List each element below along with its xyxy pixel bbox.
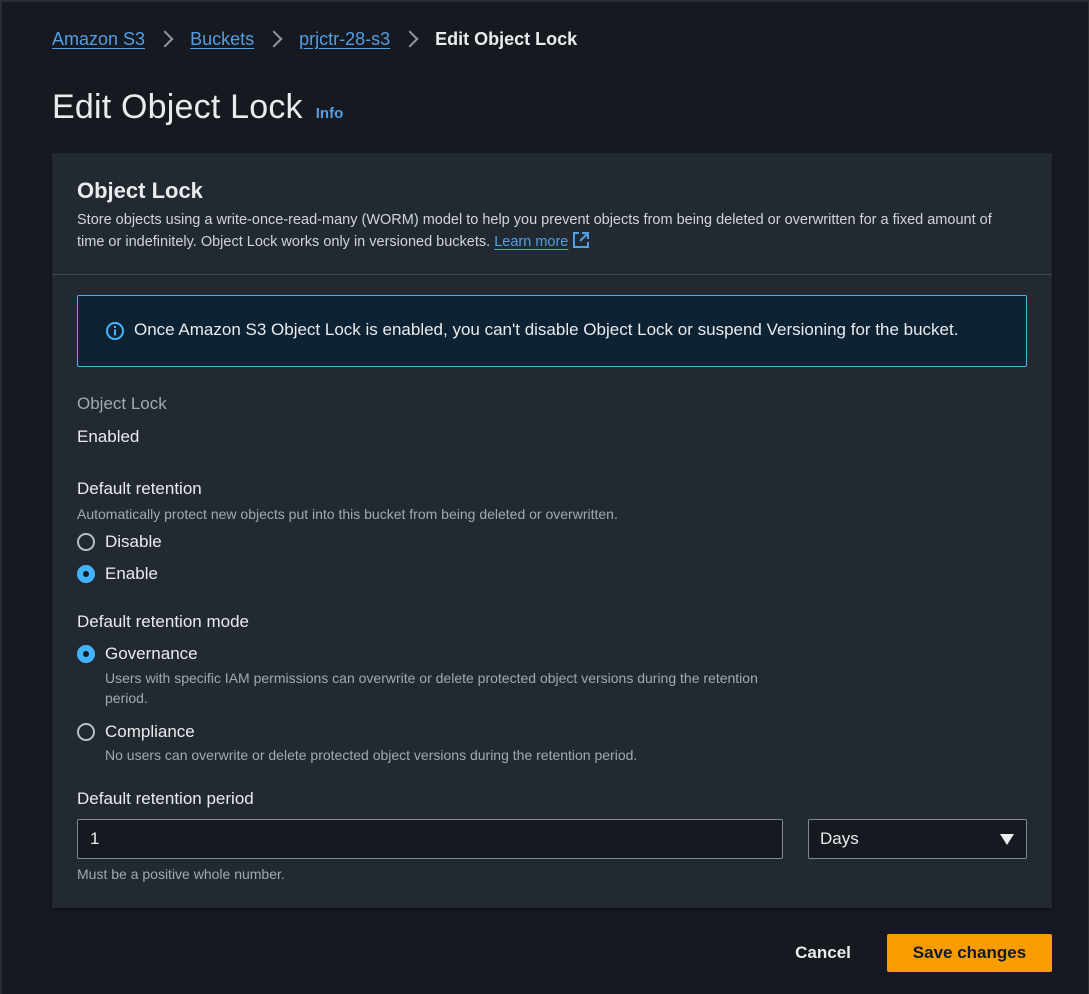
- default-retention-label: Default retention: [77, 479, 202, 498]
- app-frame: Amazon S3 Buckets prjctr-28-s3 Edit Obje…: [0, 0, 1089, 994]
- breadcrumb-current: Edit Object Lock: [435, 29, 578, 49]
- panel-header: Object Lock Store objects using a write-…: [52, 153, 1052, 275]
- radio-governance[interactable]: Governance: [77, 644, 198, 664]
- radio-disable[interactable]: Disable: [77, 532, 162, 552]
- page-title: Edit Object Lock: [52, 88, 303, 126]
- retention-period-input[interactable]: 1: [77, 819, 783, 859]
- window-border-top: [0, 0, 1089, 2]
- page-header: Edit Object Lock Info: [52, 88, 343, 127]
- retention-unit-value[interactable]: Days: [820, 829, 859, 848]
- info-circle-icon: [106, 322, 124, 340]
- radio-enable-label[interactable]: Enable: [105, 564, 158, 584]
- chevron-right-icon: [156, 30, 174, 48]
- chevron-right-icon: [265, 30, 283, 48]
- object-lock-label: Object Lock: [77, 394, 167, 413]
- radio-compliance-circle[interactable]: [77, 723, 95, 741]
- breadcrumb: Amazon S3 Buckets prjctr-28-s3 Edit Obje…: [52, 28, 577, 50]
- panel-description: Store objects using a write-once-read-ma…: [77, 210, 1017, 253]
- info-alert: Once Amazon S3 Object Lock is enabled, y…: [77, 295, 1027, 367]
- breadcrumb-bucket-name[interactable]: prjctr-28-s3: [299, 28, 390, 50]
- learn-more-link[interactable]: Learn more: [494, 231, 590, 250]
- radio-compliance[interactable]: Compliance: [77, 722, 195, 742]
- governance-description: Users with specific IAM permissions can …: [105, 670, 758, 706]
- default-retention-description: Automatically protect new objects put in…: [77, 506, 618, 522]
- retention-mode-label: Default retention mode: [77, 612, 249, 631]
- radio-disable-circle[interactable]: [77, 533, 95, 551]
- alert-text: Once Amazon S3 Object Lock is enabled, y…: [134, 320, 959, 339]
- radio-governance-label[interactable]: Governance: [105, 644, 198, 664]
- caret-down-icon[interactable]: [1000, 834, 1014, 845]
- compliance-description: No users can overwrite or delete protect…: [105, 747, 638, 763]
- info-link[interactable]: Info: [316, 105, 344, 122]
- radio-governance-circle[interactable]: [77, 645, 95, 663]
- breadcrumb-amazon-s3[interactable]: Amazon S3: [52, 28, 145, 50]
- chevron-right-icon: [401, 30, 419, 48]
- learn-more-label[interactable]: Learn more: [494, 234, 568, 250]
- panel-title: Object Lock: [77, 178, 203, 203]
- window-border-left: [0, 0, 2, 994]
- object-lock-value: Enabled: [77, 427, 140, 446]
- object-lock-panel: Object Lock Store objects using a write-…: [52, 153, 1052, 908]
- retention-period-label: Default retention period: [77, 789, 254, 808]
- retention-unit-select[interactable]: Days: [808, 819, 1027, 859]
- radio-compliance-label[interactable]: Compliance: [105, 722, 195, 742]
- radio-enable[interactable]: Enable: [77, 564, 158, 584]
- radio-disable-label[interactable]: Disable: [105, 532, 162, 552]
- save-changes-button[interactable]: Save changes: [887, 934, 1052, 972]
- cancel-button[interactable]: Cancel: [780, 934, 866, 972]
- radio-enable-circle[interactable]: [77, 565, 95, 583]
- breadcrumb-buckets[interactable]: Buckets: [190, 28, 254, 50]
- retention-period-constraint: Must be a positive whole number.: [77, 866, 285, 882]
- external-link-icon[interactable]: [572, 231, 590, 249]
